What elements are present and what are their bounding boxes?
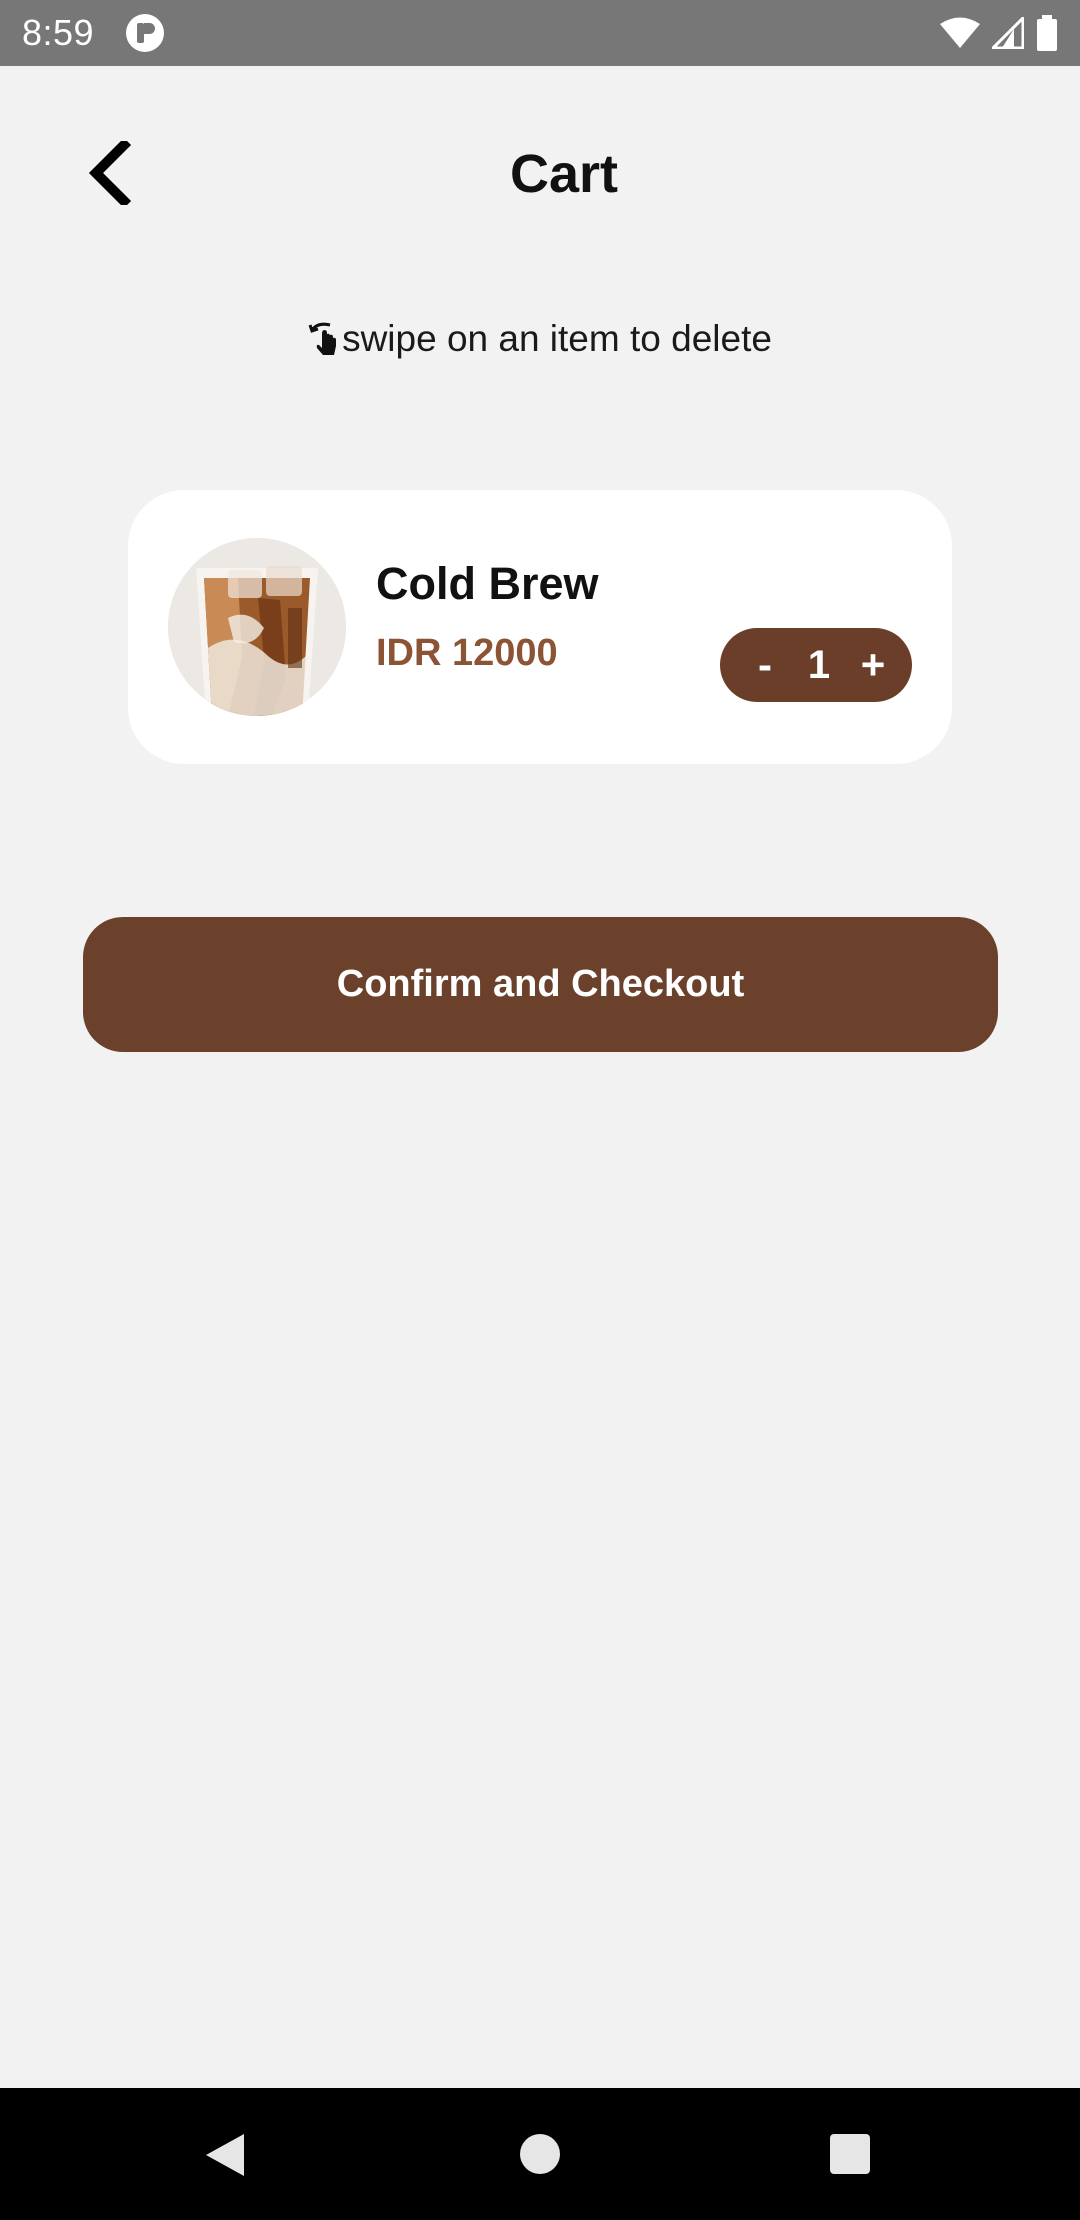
notification-app-icon: [126, 14, 165, 52]
cart-item-card[interactable]: Cold Brew IDR 12000 - 1 +: [128, 490, 952, 764]
confirm-checkout-button[interactable]: Confirm and Checkout: [83, 917, 998, 1052]
signal-icon: [992, 17, 1024, 49]
quantity-value: 1: [807, 642, 831, 687]
quantity-stepper: - 1 +: [720, 628, 912, 702]
status-icons: [940, 15, 1058, 51]
swipe-hint-text: swipe on an item to delete: [342, 318, 772, 359]
nav-recents-icon[interactable]: [830, 2134, 870, 2174]
swipe-hint: swipe on an item to delete: [0, 318, 1080, 360]
page-title: Cart: [509, 144, 619, 204]
navigation-bar: [0, 2088, 1080, 2220]
item-name: Cold Brew: [376, 558, 599, 609]
status-time: 8:59: [22, 12, 95, 53]
nav-home-icon[interactable]: [520, 2134, 560, 2174]
status-bar: 8:59: [0, 0, 1080, 66]
battery-icon: [1036, 15, 1058, 51]
swipe-hand-icon: [308, 320, 340, 358]
nav-back-icon[interactable]: [204, 2132, 246, 2183]
cold-brew-image: [168, 538, 346, 716]
wifi-icon: [940, 17, 980, 49]
increase-quantity-button[interactable]: +: [858, 641, 888, 689]
item-price: IDR 12000: [376, 632, 558, 674]
decrease-quantity-button[interactable]: -: [750, 641, 780, 689]
